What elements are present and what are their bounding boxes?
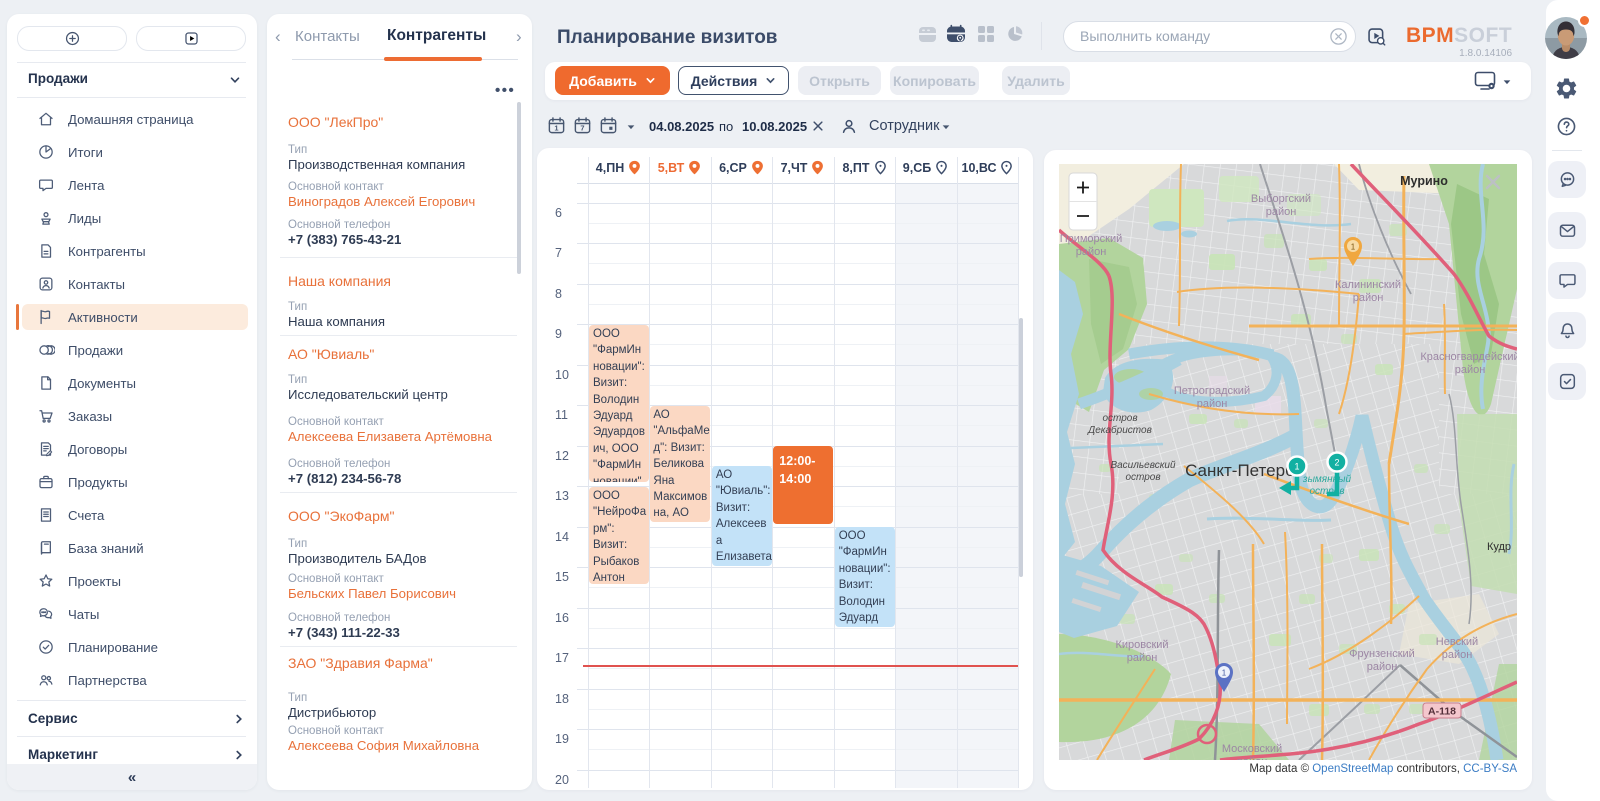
svg-text:Мурино: Мурино (1400, 174, 1448, 188)
svg-text:Кудр: Кудр (1487, 541, 1511, 553)
svg-text:Невскийрайон: Невскийрайон (1436, 636, 1478, 661)
svg-text:1: 1 (1294, 462, 1299, 472)
svg-text:2: 2 (1334, 458, 1339, 468)
svg-text:1: 1 (1351, 243, 1356, 252)
svg-text:1: 1 (554, 124, 558, 133)
svg-text:7: 7 (580, 124, 584, 133)
svg-text:зымянныйостров: зымянныйостров (1302, 474, 1352, 497)
svg-text:Санкт-Петербу: Санкт-Петербу (1185, 461, 1303, 480)
svg-text:1: 1 (1222, 669, 1227, 678)
svg-text:А-118: А-118 (1428, 706, 1456, 718)
